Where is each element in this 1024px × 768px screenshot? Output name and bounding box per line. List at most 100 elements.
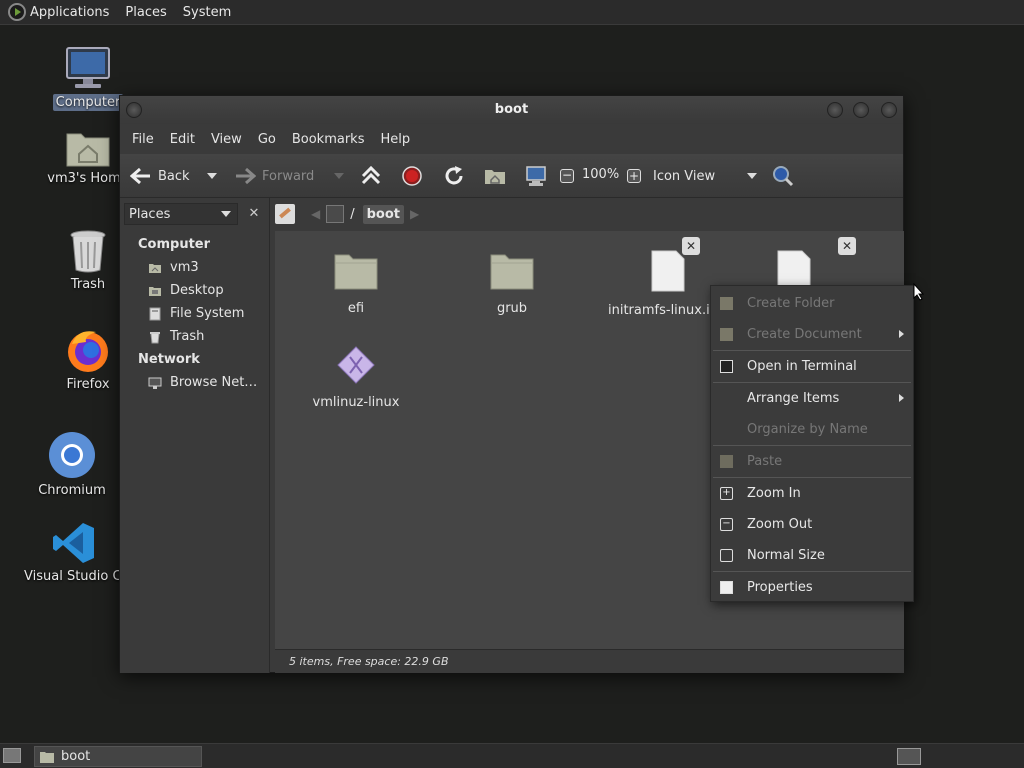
forward-button[interactable]: Forward — [234, 154, 314, 198]
menu-item-create-document[interactable]: Create Document — [711, 319, 913, 350]
window-title: boot — [494, 102, 529, 117]
view-mode-select[interactable]: Icon View — [653, 165, 757, 187]
menu-view[interactable]: View — [203, 132, 250, 147]
reload-icon[interactable] — [443, 165, 465, 187]
breadcrumb-separator: / — [350, 206, 355, 222]
filesystem-root-icon[interactable] — [326, 205, 345, 223]
forward-arrow-icon — [236, 167, 256, 185]
stop-icon[interactable] — [402, 166, 422, 186]
computer-icon — [66, 47, 110, 88]
menu-item-label: Zoom Out — [747, 517, 813, 532]
menu-item-label: Normal Size — [747, 548, 825, 563]
bottom-panel: boot — [0, 743, 1024, 768]
terminal-icon — [720, 360, 733, 373]
up-arrow-icon[interactable] — [360, 166, 382, 186]
menu-go[interactable]: Go — [250, 132, 284, 147]
menu-item-create-folder[interactable]: Create Folder — [711, 288, 913, 319]
desktop-icon-label: Trash — [70, 277, 106, 292]
context-menu: Create Folder Create Document Open in Te… — [710, 285, 914, 602]
view-mode-dropdown-icon — [747, 173, 757, 179]
close-window-button[interactable] — [881, 102, 897, 118]
back-arrow-icon — [130, 167, 150, 185]
file-name: vmlinuz-linux — [312, 395, 400, 410]
menu-item-arrange-items[interactable]: Arrange Items — [711, 383, 913, 414]
home-folder-icon — [149, 263, 161, 273]
menu-item-open-terminal[interactable]: Open in Terminal — [711, 351, 913, 382]
menu-edit[interactable]: Edit — [162, 132, 203, 147]
zoom-in-icon[interactable]: + — [627, 169, 641, 183]
menu-item-label: Create Folder — [747, 296, 835, 311]
menu-bookmarks[interactable]: Bookmarks — [284, 132, 373, 147]
menu-item-label: Properties — [747, 580, 813, 595]
search-icon[interactable] — [772, 165, 794, 187]
sidebar-item-label: Trash — [170, 329, 205, 344]
submenu-arrow-icon — [899, 330, 904, 338]
menu-item-organize-by-name[interactable]: Organize by Name — [711, 414, 913, 445]
home-icon[interactable] — [484, 167, 506, 185]
firefox-icon — [68, 331, 108, 372]
back-label: Back — [158, 168, 190, 184]
status-bar: 5 items, Free space: 22.9 GB — [275, 649, 904, 673]
forward-label: Forward — [262, 168, 315, 184]
menu-file[interactable]: File — [124, 132, 162, 147]
menu-item-label: Arrange Items — [747, 391, 840, 406]
top-panel: Applications Places System — [0, 0, 1024, 25]
close-icon[interactable]: ✕ — [838, 237, 856, 255]
close-icon[interactable]: ✕ — [682, 237, 700, 255]
desktop-icon-label: Firefox — [66, 377, 110, 392]
back-history-dropdown[interactable] — [207, 173, 217, 179]
menu-help[interactable]: Help — [372, 132, 418, 147]
vscode-icon — [53, 523, 94, 563]
menubar: File Edit View Go Bookmarks Help — [120, 124, 903, 154]
taskbar-button-label: boot — [61, 749, 91, 764]
show-desktop-icon[interactable] — [3, 748, 21, 763]
back-button[interactable]: Back — [130, 154, 190, 198]
paste-icon — [720, 455, 733, 468]
breadcrumb-current[interactable]: boot — [362, 204, 405, 224]
places-menu[interactable]: Places — [117, 0, 174, 25]
maximize-button[interactable] — [853, 102, 869, 118]
breadcrumb-right-arrow-icon[interactable]: ▶ — [410, 207, 419, 221]
properties-icon — [720, 581, 733, 594]
taskbar-button-boot[interactable]: boot — [34, 746, 202, 767]
menu-item-paste[interactable]: Paste — [711, 446, 913, 477]
menu-item-normal-size[interactable]: Normal Size — [711, 540, 913, 571]
sidebar-item-desktop[interactable]: Desktop — [120, 279, 269, 302]
menu-item-properties[interactable]: Properties — [711, 572, 913, 603]
system-menu[interactable]: System — [175, 0, 239, 25]
sidebar-item-file-system[interactable]: File System — [120, 302, 269, 325]
sidebar-item-browse-network[interactable]: Browse Net… — [120, 371, 269, 394]
file-item-efi[interactable]: efi — [296, 251, 416, 316]
breadcrumb-left-arrow-icon[interactable]: ◀ — [311, 207, 320, 221]
window-menu-button[interactable] — [126, 102, 142, 118]
mouse-pointer-icon — [913, 283, 925, 301]
applications-menu[interactable]: Applications — [0, 0, 117, 25]
sidebar-item-trash[interactable]: Trash — [120, 325, 269, 348]
desktop-icon-chromium[interactable]: Chromium — [22, 430, 122, 499]
sidebar-item-vm3[interactable]: vm3 — [120, 256, 269, 279]
computer-toolbar-icon[interactable] — [525, 165, 547, 187]
file-item-vmlinuz[interactable]: vmlinuz-linux — [296, 345, 416, 410]
network-icon — [148, 377, 162, 389]
file-item-grub[interactable]: grub — [452, 251, 572, 316]
edit-location-icon[interactable] — [275, 204, 295, 224]
minimize-button[interactable] — [827, 102, 843, 118]
folder-add-icon — [720, 297, 733, 310]
home-folder-icon — [66, 133, 110, 167]
kernel-file-icon — [337, 346, 375, 384]
menu-item-zoom-in[interactable]: + Zoom In — [711, 478, 913, 509]
submenu-arrow-icon — [899, 394, 904, 402]
forward-history-dropdown[interactable] — [334, 173, 344, 179]
side-pane-selector-label: Places — [129, 206, 171, 222]
close-side-pane-button[interactable]: ✕ — [245, 205, 263, 223]
applications-icon — [8, 3, 26, 21]
sidebar-item-label: File System — [170, 306, 245, 321]
folder-icon — [490, 254, 534, 290]
side-pane-selector[interactable]: Places — [124, 203, 238, 225]
document-add-icon — [720, 328, 733, 341]
window-titlebar[interactable]: boot — [120, 96, 903, 124]
zoom-out-icon[interactable]: − — [560, 169, 574, 183]
workspace-switcher[interactable] — [897, 748, 921, 765]
menu-item-label: Zoom In — [747, 486, 801, 501]
menu-item-zoom-out[interactable]: − Zoom Out — [711, 509, 913, 540]
